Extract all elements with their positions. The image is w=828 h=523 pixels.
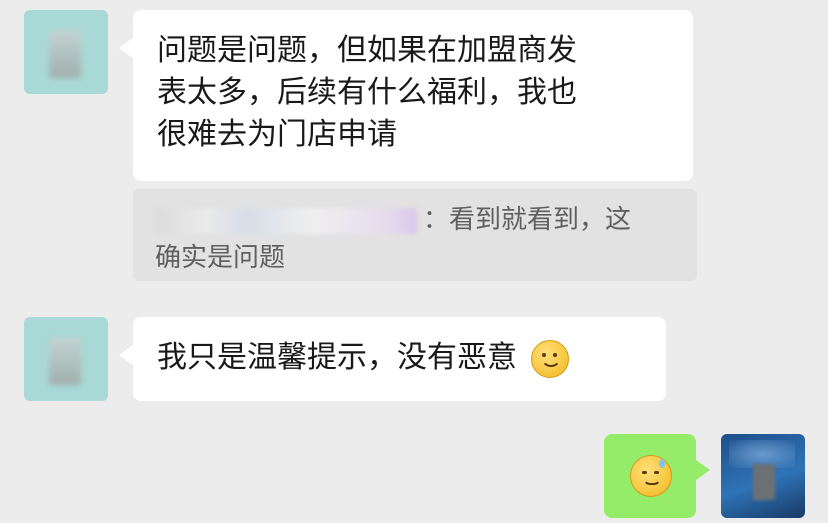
sweat-smile-emoji-icon <box>630 455 672 497</box>
blurred-avatar-image <box>49 30 81 78</box>
sender-avatar[interactable] <box>24 317 108 401</box>
blurred-avatar-image <box>753 464 775 500</box>
message-bubble-incoming[interactable]: 我只是温馨提示，没有恶意 <box>119 317 666 401</box>
quote-line: ：看到就看到，这 <box>155 201 697 239</box>
quoted-message[interactable]: ：看到就看到，这 确实是问题 <box>133 189 697 281</box>
quote-text-line: 确实是问题 <box>155 243 286 273</box>
message-text-line: 表太多，后续有什么福利，我也 <box>157 75 577 110</box>
redacted-quote-author <box>155 207 417 234</box>
smiling-face-emoji-icon <box>530 339 569 378</box>
quote-text: ：看到就看到，这 <box>423 205 632 235</box>
user-avatar[interactable] <box>721 434 805 518</box>
message-bubble-incoming[interactable]: 问题是问题，但如果在加盟商发 表太多，后续有什么福利，我也 很难去为门店申请 <box>119 10 693 181</box>
sweat-drop-icon <box>659 459 665 468</box>
message-bubble-outgoing[interactable] <box>604 434 710 518</box>
message-text-line: 很难去为门店申请 <box>157 117 397 152</box>
blurred-avatar-image <box>49 337 81 385</box>
message-text-line: 问题是问题，但如果在加盟商发 <box>157 33 577 68</box>
message-text: 我只是温馨提示，没有恶意 <box>157 340 517 375</box>
sender-avatar[interactable] <box>24 10 108 94</box>
